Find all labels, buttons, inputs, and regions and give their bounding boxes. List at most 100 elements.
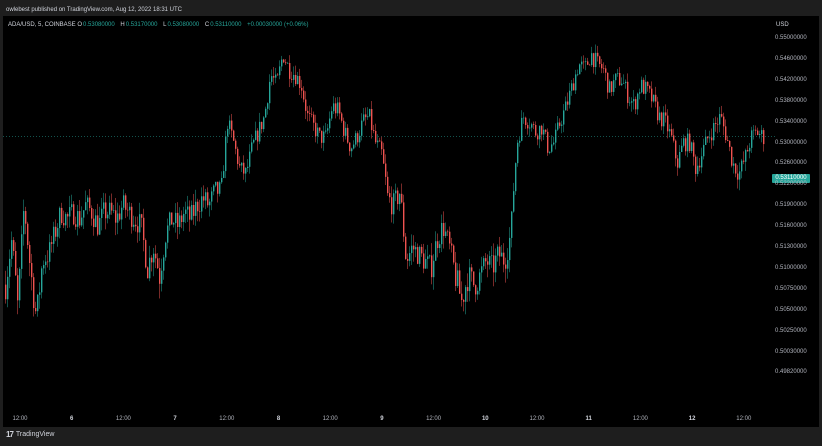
candle xyxy=(671,123,673,138)
candle xyxy=(567,92,569,111)
candle xyxy=(573,78,575,91)
candle xyxy=(665,104,667,123)
candle xyxy=(741,158,743,179)
candle xyxy=(301,79,303,99)
candle xyxy=(29,241,31,277)
candle xyxy=(683,134,685,148)
candle xyxy=(621,77,623,86)
candle xyxy=(419,245,421,267)
candle xyxy=(605,65,607,81)
candle xyxy=(219,180,221,197)
candle xyxy=(619,67,621,87)
candle xyxy=(751,126,753,154)
candle xyxy=(371,100,373,139)
candle xyxy=(159,257,161,299)
candle xyxy=(39,282,41,309)
candle xyxy=(325,122,327,134)
price-tick-label: 0.54600000 xyxy=(775,55,807,62)
candle xyxy=(11,231,13,267)
candle xyxy=(507,248,509,279)
high-key: H xyxy=(120,22,125,28)
candle xyxy=(409,246,411,267)
candle xyxy=(19,267,21,309)
candle xyxy=(471,263,473,282)
candle xyxy=(421,244,423,257)
candle xyxy=(353,140,355,150)
candle xyxy=(451,237,453,253)
candle xyxy=(595,44,597,75)
candle xyxy=(295,65,297,87)
candle xyxy=(701,147,703,174)
tradingview-logo-icon: 17 xyxy=(6,430,14,439)
candle xyxy=(191,200,193,221)
candle xyxy=(49,234,51,271)
candle xyxy=(657,96,659,125)
candle xyxy=(487,254,489,278)
candle xyxy=(123,189,125,211)
price-tick-label: 0.52200000 xyxy=(775,181,807,188)
candle xyxy=(667,109,669,139)
candle xyxy=(37,293,39,317)
price-tick-label: 0.53000000 xyxy=(775,139,807,146)
candle xyxy=(709,130,711,143)
price-tick-label: 0.52600000 xyxy=(775,160,807,167)
candle xyxy=(111,193,113,215)
candle xyxy=(461,281,463,307)
candle xyxy=(543,123,545,140)
candle xyxy=(69,195,71,228)
candle xyxy=(743,151,745,165)
candle xyxy=(213,184,215,196)
candle xyxy=(305,91,307,120)
candle xyxy=(651,81,653,108)
candle xyxy=(7,266,9,308)
candle xyxy=(235,138,237,155)
low-key: L xyxy=(163,22,167,28)
price-tick-label: 0.53400000 xyxy=(775,118,807,125)
candle xyxy=(717,117,719,134)
candle xyxy=(599,55,601,68)
candle xyxy=(539,125,541,149)
candle xyxy=(367,107,369,120)
candle xyxy=(459,263,461,294)
candle xyxy=(241,162,243,172)
candle xyxy=(239,156,241,168)
candle xyxy=(309,105,311,122)
candle xyxy=(465,285,467,315)
price-tick-label: 0.51600000 xyxy=(775,223,807,230)
time-tick-label: 12:00 xyxy=(736,416,752,422)
candle xyxy=(629,96,631,107)
candle xyxy=(279,60,281,80)
candle xyxy=(343,117,345,142)
candle xyxy=(649,84,651,93)
time-tick-label: 11 xyxy=(585,416,592,422)
candlestick-plot[interactable] xyxy=(3,16,775,412)
candle xyxy=(377,134,379,148)
candle xyxy=(705,129,707,145)
candle xyxy=(715,116,717,132)
candle xyxy=(411,234,413,265)
candle xyxy=(391,186,393,223)
candle xyxy=(171,212,173,225)
candle xyxy=(131,202,133,234)
candle xyxy=(485,253,487,269)
time-tick-label: 12:00 xyxy=(115,416,131,422)
candle xyxy=(175,203,177,233)
candle xyxy=(221,171,223,184)
candle xyxy=(245,167,247,183)
candle xyxy=(339,97,341,120)
candle xyxy=(9,249,11,289)
candle xyxy=(533,121,535,130)
candle xyxy=(661,111,663,131)
candle xyxy=(373,124,375,134)
candle xyxy=(551,135,553,154)
candle xyxy=(303,86,305,103)
candle xyxy=(495,248,497,283)
candle xyxy=(731,146,733,168)
candle xyxy=(127,202,129,217)
candle xyxy=(721,105,723,118)
candle xyxy=(23,199,25,246)
candle xyxy=(115,197,117,236)
candle xyxy=(617,68,619,77)
candle xyxy=(513,182,515,213)
symbol-name: ADA/USD, 5, COINBASE xyxy=(8,22,76,28)
